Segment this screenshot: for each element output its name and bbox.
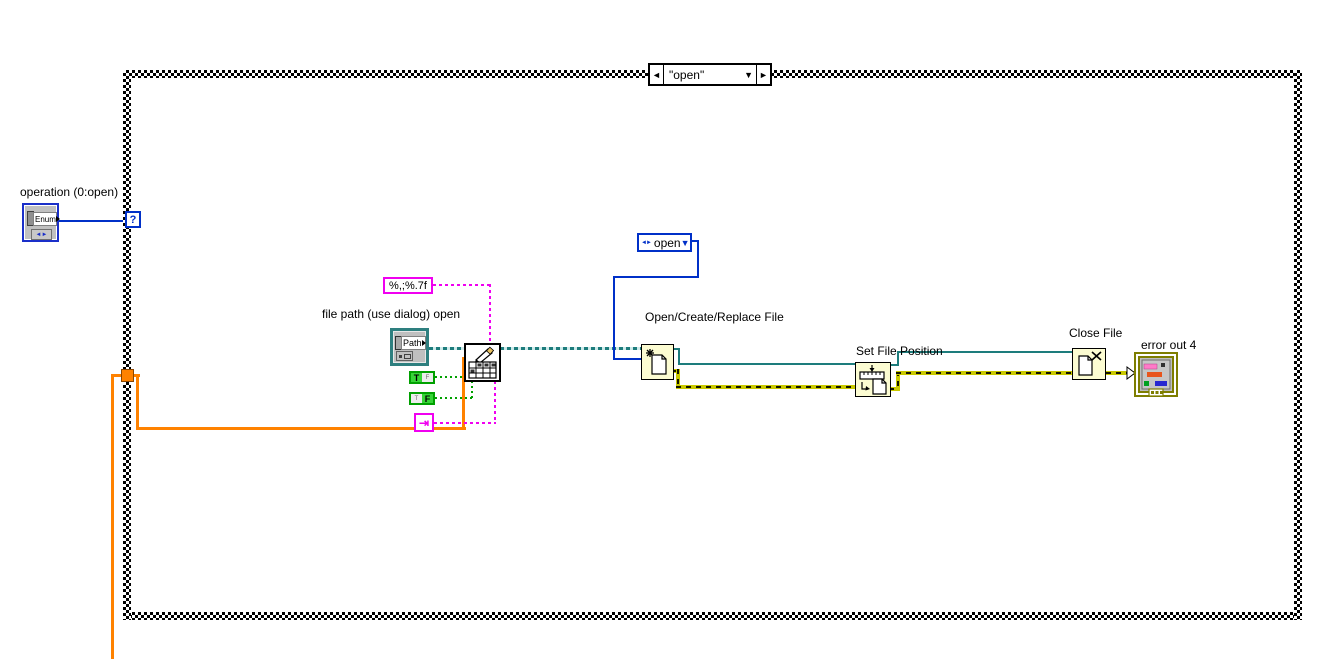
wire-open-enum-2 [697, 240, 699, 278]
write-spreadsheet-node[interactable] [464, 343, 501, 382]
path-connector-icon [396, 351, 413, 361]
file-path-control-label: file path (use dialog) open [322, 307, 461, 321]
case-next-arrow[interactable]: ► [757, 65, 770, 84]
wire-file-path-in [429, 347, 465, 350]
case-selector-tunnel[interactable]: ? [125, 211, 141, 228]
labview-block-diagram: ◄ "open" ▼ ► ? operation (0:open) Enum ◄… [0, 0, 1344, 659]
format-string-text: %,;%.7f [389, 279, 427, 292]
case-structure-border-bottom[interactable] [123, 612, 1302, 620]
enum-caret-icon [55, 216, 60, 222]
case-selector[interactable]: ◄ "open" ▼ ► [648, 63, 772, 86]
case-previous-arrow[interactable]: ◄ [650, 65, 663, 84]
true-constant-inactive: F [422, 373, 433, 382]
enum-terminal-text: Enum [35, 214, 56, 224]
open-create-replace-file-icon [646, 349, 667, 375]
enum-const-dropdown-icon[interactable]: ▼ [681, 238, 690, 248]
case-structure-border-right[interactable] [1294, 70, 1302, 620]
false-constant[interactable]: T F [409, 392, 435, 405]
wire-bool-true [435, 376, 465, 378]
false-constant-active: F [422, 394, 433, 404]
close-file-icon [1078, 351, 1102, 376]
error-out-indicator[interactable] [1134, 352, 1178, 397]
wire-delimiter-h [434, 422, 496, 424]
wire-open-enum-5 [613, 358, 643, 360]
close-file-label: Close File [1069, 326, 1123, 340]
wire-delimiter-v [494, 381, 496, 424]
wire-new-file-path [500, 347, 642, 350]
wire-open-enum-3 [613, 276, 699, 278]
wire-bool-false-v [471, 381, 473, 399]
case-structure-border-left[interactable] [123, 70, 131, 620]
close-file-node[interactable] [1072, 348, 1106, 380]
wire-format-string-v [489, 284, 491, 345]
open-file-node-label: Open/Create/Replace File [645, 310, 784, 324]
path-terminal-text: Path [403, 338, 422, 348]
wire-format-string-h [433, 284, 491, 286]
error-out-label: error out 4 [1141, 338, 1197, 352]
set-file-position-label: Set File Position [856, 344, 943, 358]
path-terminal-field: Path [401, 336, 426, 350]
error-cluster-icon [1134, 352, 1178, 397]
true-constant-active: T [411, 373, 422, 383]
open-enum-constant[interactable]: ◄► open ▼ [637, 233, 692, 252]
false-constant-inactive: T [411, 394, 422, 403]
wire-bool-false-h [435, 397, 473, 399]
tab-constant-icon: ⇥ [418, 415, 430, 430]
wire-data-array-outside-vertical [111, 374, 114, 659]
wire-data-array-inside-2 [136, 374, 139, 430]
case-selector-value[interactable]: "open" [669, 68, 704, 82]
wire-operation-enum [59, 220, 126, 222]
true-constant[interactable]: T F [409, 371, 435, 384]
enum-const-arrows-icon: ◄► [641, 239, 652, 246]
open-create-replace-file-node[interactable] [641, 344, 674, 380]
set-file-position-icon [859, 365, 887, 395]
operation-control-label: operation (0:open) [20, 185, 119, 199]
tab-constant[interactable]: ⇥ [414, 413, 434, 432]
enum-increment-decrement[interactable]: ◄► [31, 229, 52, 240]
enum-const-text: open [653, 235, 681, 250]
wire-error-3 [676, 385, 857, 389]
enum-terminal-field: Enum [33, 212, 60, 226]
format-string-constant[interactable]: %,;%.7f [383, 277, 433, 294]
write-spreadsheet-icon [468, 346, 497, 379]
wire-refnum-3 [678, 363, 858, 365]
wire-open-enum-4 [613, 276, 615, 360]
operation-enum-terminal[interactable]: Enum ◄► [22, 203, 60, 242]
data-array-tunnel[interactable] [121, 369, 134, 382]
path-caret-icon [421, 340, 426, 346]
file-path-control-terminal[interactable]: Path [390, 328, 429, 366]
case-selector-dropdown-icon[interactable]: ▼ [744, 70, 756, 80]
set-file-position-node[interactable] [855, 362, 891, 397]
